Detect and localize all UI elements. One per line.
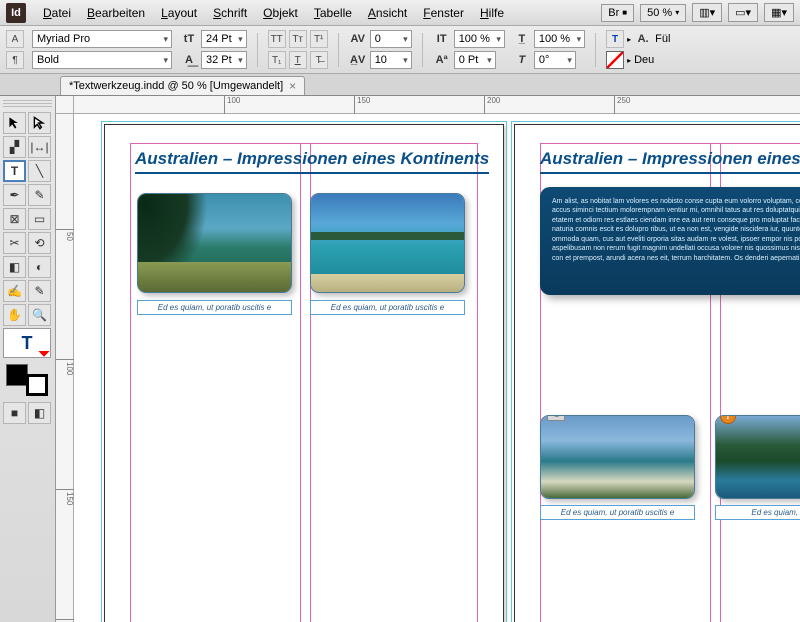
- pencil-tool[interactable]: ✎: [28, 184, 51, 206]
- tab-title: *Textwerkzeug.indd @ 50 % [Umgewandelt]: [69, 80, 283, 92]
- menu-datei[interactable]: Datei: [36, 3, 78, 23]
- zoom-tool[interactable]: 🔍: [28, 304, 51, 326]
- char-fill-swatch[interactable]: T: [606, 30, 624, 48]
- fill-proxy[interactable]: [6, 364, 28, 386]
- allcaps-button[interactable]: TT: [268, 30, 286, 48]
- selection-tool[interactable]: [3, 112, 26, 134]
- free-transform-tool[interactable]: ⟲: [28, 232, 51, 254]
- bridge-button[interactable]: Br■: [601, 4, 634, 22]
- photo-coast-2[interactable]: ?: [715, 415, 800, 499]
- menu-schrift[interactable]: Schrift: [206, 3, 254, 23]
- vertical-ruler[interactable]: 50 100 150 200: [56, 114, 74, 622]
- stroke-proxy[interactable]: [26, 374, 48, 396]
- ruler-origin[interactable]: [56, 96, 74, 114]
- page-spread: Australien – Impressionen eines Kontinen…: [74, 114, 800, 622]
- eyedropper-tool[interactable]: ✎: [28, 280, 51, 302]
- gradient-swatch-tool[interactable]: ◧: [3, 256, 26, 278]
- rectangle-tool[interactable]: ▭: [28, 208, 51, 230]
- caption-1[interactable]: Ed es quiam, ut poratib uscitis e: [137, 300, 292, 315]
- photo-coast-1[interactable]: ⎘: [540, 415, 695, 499]
- horizontal-ruler[interactable]: 100 150 200 250: [74, 96, 800, 114]
- headline-left[interactable]: Australien – Impressionen eines Kontinen…: [135, 149, 489, 174]
- baseline-icon: Aª: [433, 54, 451, 66]
- workspace: ▞|↔| T╲ ✒✎ ⊠▭ ✂⟲ ◧◐ ✍✎ ✋🔍 T ■◧ 100 150 2…: [0, 96, 800, 622]
- menu-objekt[interactable]: Objekt: [256, 3, 305, 23]
- menu-ansicht[interactable]: Ansicht: [361, 3, 414, 23]
- baseline-combo[interactable]: 0 Pt: [454, 51, 496, 69]
- toolbox: ▞|↔| T╲ ✒✎ ⊠▭ ✂⟲ ◧◐ ✍✎ ✋🔍 T ■◧: [0, 96, 56, 622]
- link-badge-icon: ⎘: [547, 415, 565, 421]
- note-tool[interactable]: ✍: [3, 280, 26, 302]
- font-size-icon: tT: [180, 33, 198, 45]
- menu-tabelle[interactable]: Tabelle: [307, 3, 359, 23]
- toolbox-grip[interactable]: [3, 100, 52, 108]
- gradient-feather-tool[interactable]: ◐: [28, 256, 51, 278]
- app-icon: Id: [6, 3, 26, 23]
- hand-tool[interactable]: ✋: [3, 304, 26, 326]
- strikethrough-button[interactable]: T̶: [310, 51, 328, 69]
- control-bar: A ¶ Myriad Pro Bold tT24 Pt A͟32 Pt TT T…: [0, 26, 800, 74]
- page-left[interactable]: Australien – Impressionen eines Kontinen…: [104, 124, 504, 622]
- menu-hilfe[interactable]: Hilfe: [473, 3, 511, 23]
- menu-bar: Id Datei Bearbeiten Layout Schrift Objek…: [0, 0, 800, 26]
- document-tab-bar: *Textwerkzeug.indd @ 50 % [Umgewandelt] …: [0, 74, 800, 96]
- menu-layout[interactable]: Layout: [154, 3, 204, 23]
- skew-icon: T: [513, 54, 531, 66]
- paragraph-mode-button[interactable]: ¶: [6, 51, 24, 69]
- leading-icon: A͟: [180, 54, 198, 66]
- font-style-combo[interactable]: Bold: [32, 51, 172, 69]
- leading-combo[interactable]: 32 Pt: [201, 51, 247, 69]
- smallcaps-button[interactable]: Tᴛ: [289, 30, 307, 48]
- arrange-button[interactable]: ▦▾: [764, 3, 794, 22]
- kerning-icon: A͏V: [349, 33, 367, 45]
- type-tool[interactable]: T: [3, 160, 26, 182]
- page-right[interactable]: Australien – Impressionen eines Konti Am…: [514, 124, 800, 622]
- character-mode-button[interactable]: A: [6, 30, 24, 48]
- caption-4[interactable]: Ed es quiam, ut poratib: [715, 505, 800, 520]
- fill-stroke-proxy[interactable]: [3, 364, 51, 396]
- pen-tool[interactable]: ✒: [3, 184, 26, 206]
- canvas[interactable]: 100 150 200 250 50 100 150 200 Australie…: [56, 96, 800, 622]
- scissors-tool[interactable]: ✂: [3, 232, 26, 254]
- subscript-button[interactable]: T₁: [268, 51, 286, 69]
- skew-combo[interactable]: 0°: [534, 51, 576, 69]
- vscale-combo[interactable]: 100 %: [454, 30, 505, 48]
- tracking-icon: A̲V: [349, 54, 367, 66]
- tab-close-icon[interactable]: ×: [289, 79, 296, 93]
- headline-right[interactable]: Australien – Impressionen eines Konti: [540, 149, 800, 174]
- underline-button[interactable]: T: [289, 51, 307, 69]
- hscale-icon: T̲: [513, 33, 531, 45]
- fill-hint: Fül: [655, 33, 670, 45]
- photo-palm[interactable]: ⎘: [137, 193, 292, 293]
- body-text-block[interactable]: Am alist, as nobitat lam volores es nobi…: [540, 187, 800, 295]
- menu-fenster[interactable]: Fenster: [416, 3, 471, 23]
- document-tab[interactable]: *Textwerkzeug.indd @ 50 % [Umgewandelt] …: [60, 76, 305, 95]
- char-stroke-swatch[interactable]: [606, 51, 624, 69]
- font-family-combo[interactable]: Myriad Pro: [32, 30, 172, 48]
- apply-gradient-button[interactable]: ◧: [28, 402, 51, 424]
- fill-label: A.: [634, 33, 652, 45]
- hscale-combo[interactable]: 100 %: [534, 30, 585, 48]
- direct-selection-tool[interactable]: [28, 112, 51, 134]
- apply-color-button[interactable]: ■: [3, 402, 26, 424]
- caption-3[interactable]: Ed es quiam, ut poratib uscitis e: [540, 505, 695, 520]
- screen-mode-button[interactable]: ▭▾: [728, 3, 758, 22]
- view-options-button[interactable]: ▥▾: [692, 3, 722, 22]
- menu-bearbeiten[interactable]: Bearbeiten: [80, 3, 152, 23]
- caption-2[interactable]: Ed es quiam, ut poratib uscitis e: [310, 300, 465, 315]
- type-tool-large[interactable]: T: [3, 328, 51, 358]
- rectangle-frame-tool[interactable]: ⊠: [3, 208, 26, 230]
- zoom-combo[interactable]: 50 %▾: [640, 4, 686, 22]
- lang-partial: Deu: [634, 54, 654, 66]
- kerning-combo[interactable]: 0: [370, 30, 412, 48]
- page-tool[interactable]: ▞: [3, 136, 26, 158]
- gap-tool[interactable]: |↔|: [28, 136, 51, 158]
- line-tool[interactable]: ╲: [28, 160, 51, 182]
- vscale-icon: IT: [433, 33, 451, 45]
- superscript-button[interactable]: T¹: [310, 30, 328, 48]
- tracking-combo[interactable]: 10: [370, 51, 412, 69]
- photo-bay[interactable]: ⎘: [310, 193, 465, 293]
- font-size-combo[interactable]: 24 Pt: [201, 30, 247, 48]
